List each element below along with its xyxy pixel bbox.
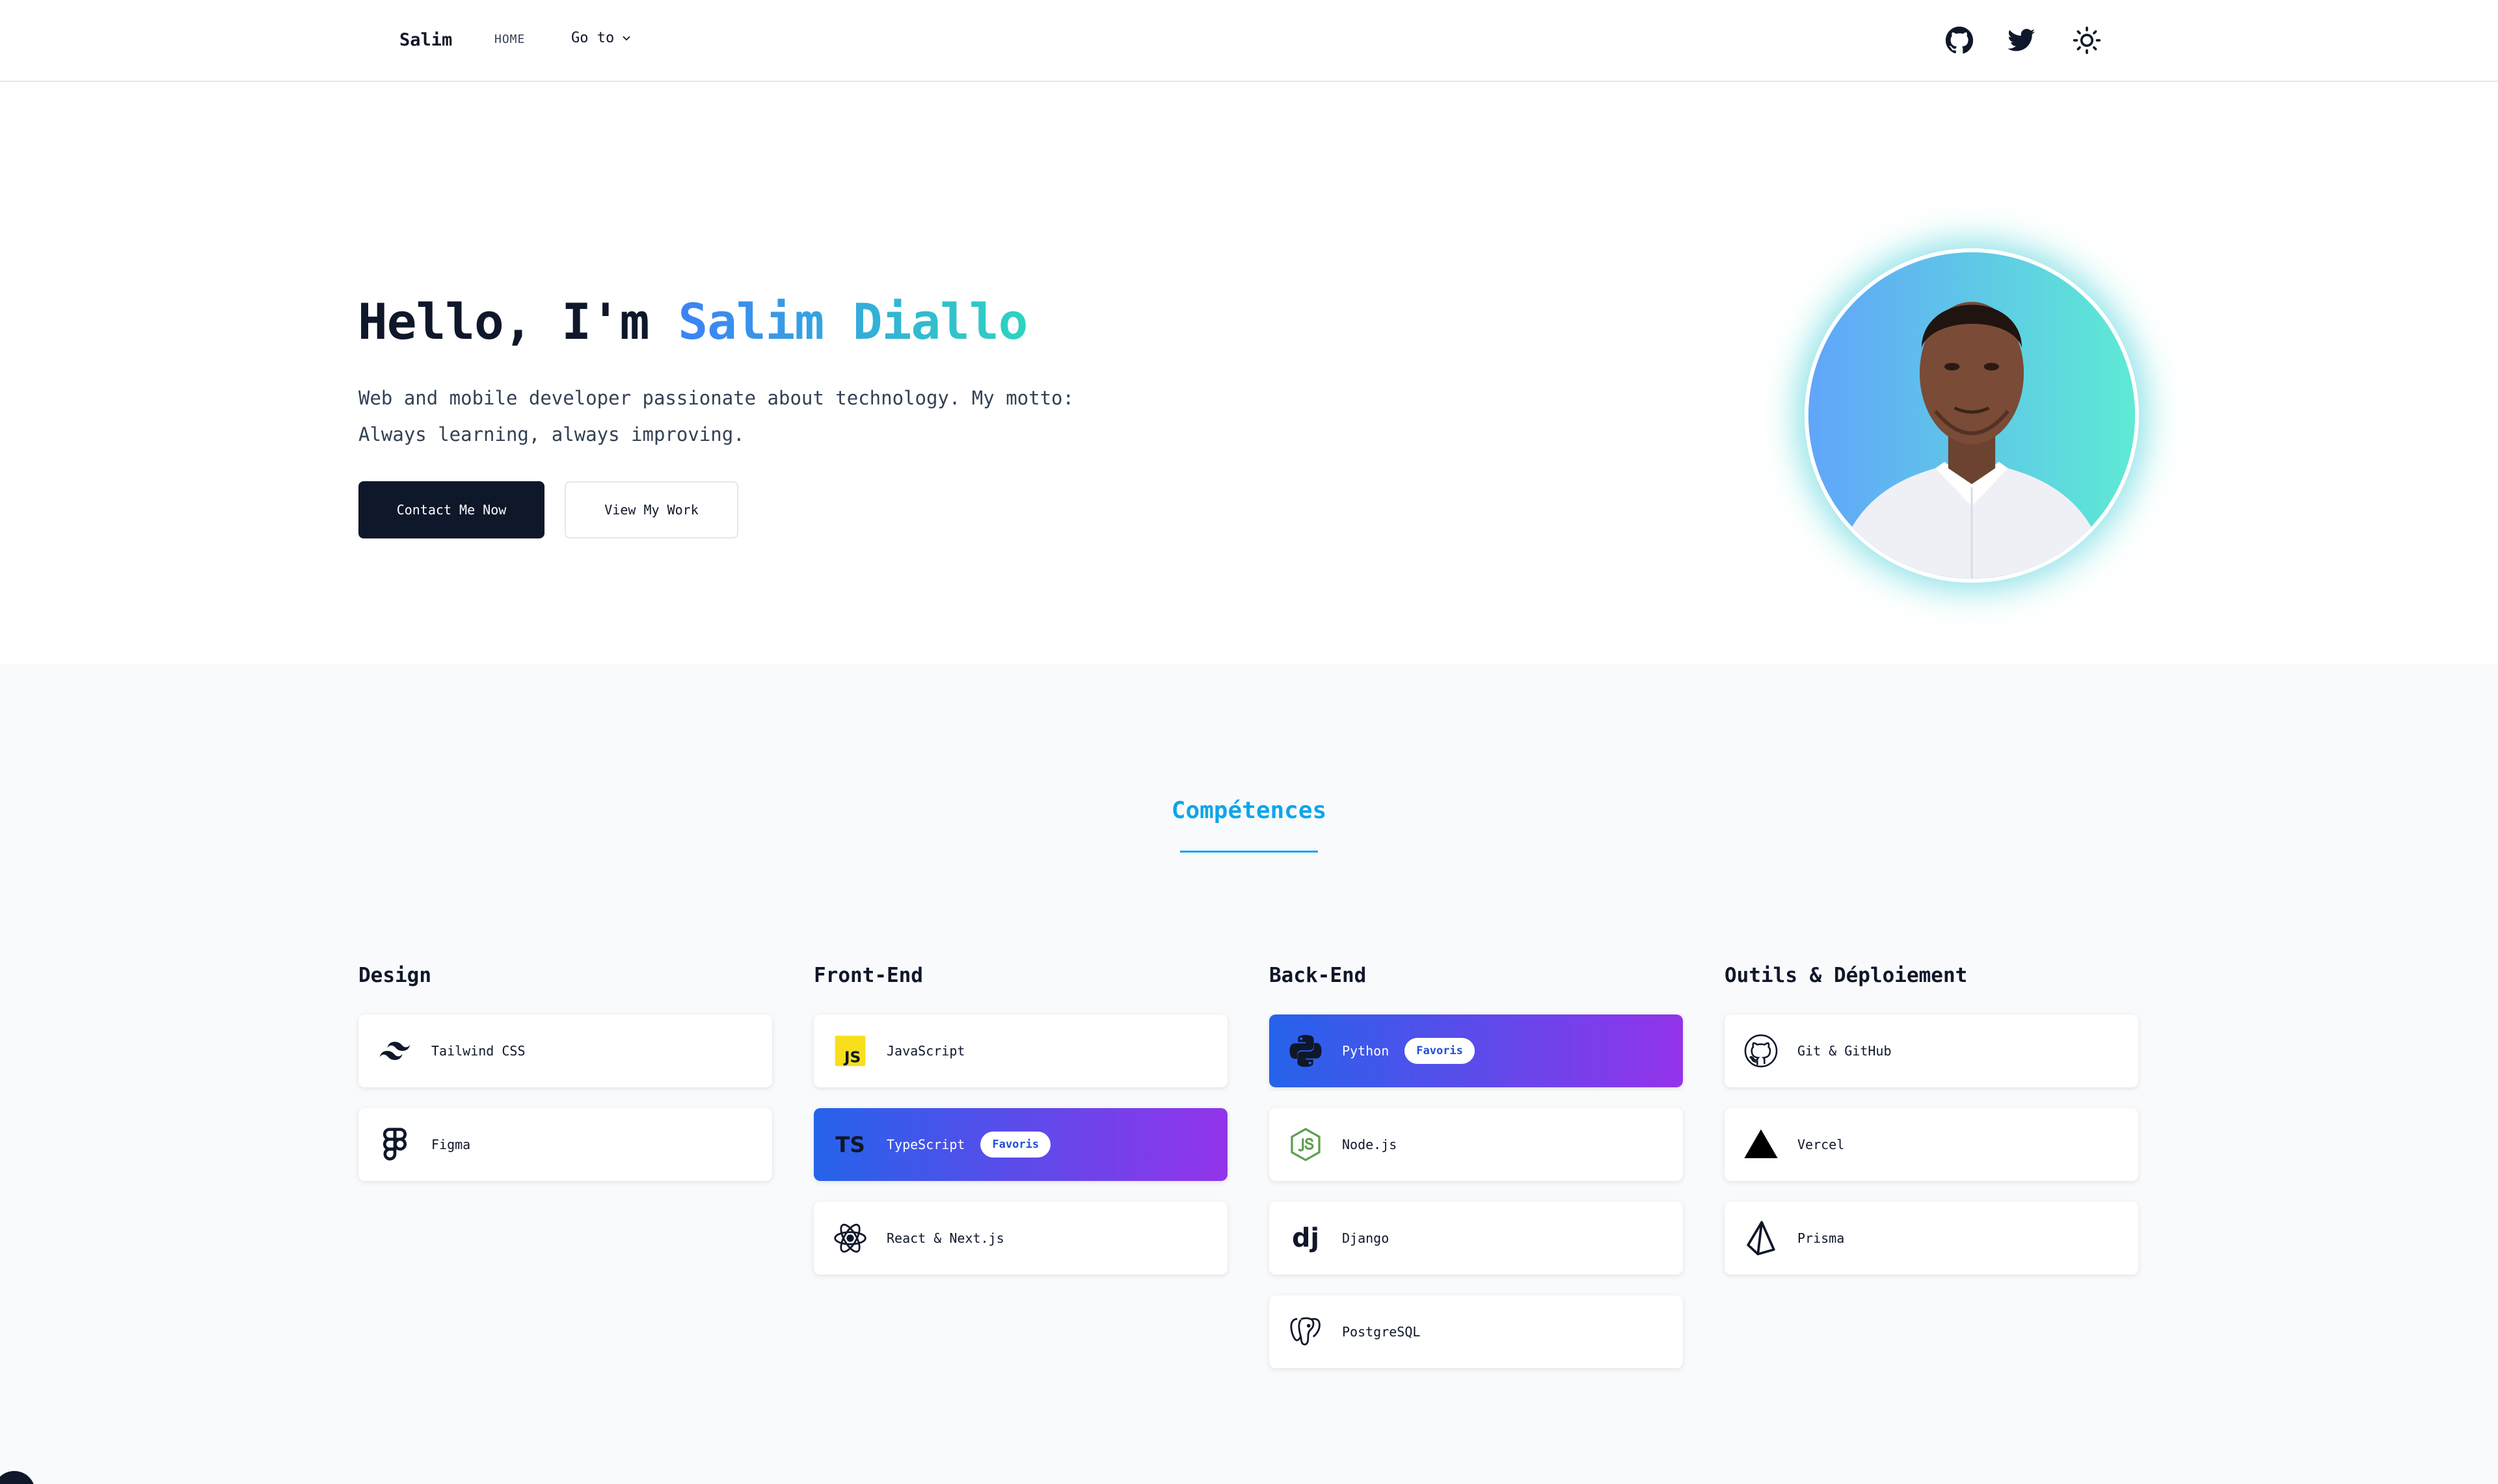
hero-greeting: Hello, I'm (358, 293, 678, 351)
skill-card-git: Git & GitHub (1725, 1014, 2138, 1087)
postgresql-icon (1287, 1314, 1324, 1350)
favorite-badge: Favoris (1404, 1038, 1475, 1064)
goto-label: Go to (571, 30, 615, 46)
typescript-icon: TS (832, 1126, 868, 1163)
skill-card-tailwind: Tailwind CSS (358, 1014, 772, 1087)
svg-text:TS: TS (835, 1133, 865, 1158)
github-icon[interactable] (1945, 26, 1974, 55)
skill-card-django: dj Django (1269, 1202, 1683, 1275)
skills-heading: Compétences (1171, 797, 1327, 824)
skill-card-figma: Figma (358, 1108, 772, 1181)
skill-card-python: Python Favoris (1269, 1014, 1683, 1087)
column-title-design: Design (358, 964, 431, 987)
skill-card-javascript: JS JavaScript (814, 1014, 1228, 1087)
nodejs-icon (1287, 1126, 1324, 1163)
hero-title: Hello, I'm Salim Diallo (358, 293, 1028, 351)
skill-label: TypeScript (887, 1137, 965, 1152)
skill-label: Node.js (1342, 1137, 1397, 1152)
goto-dropdown[interactable]: Go to (571, 30, 632, 46)
svg-text:dj: dj (1292, 1223, 1319, 1253)
figma-icon (377, 1126, 413, 1163)
brand-link[interactable]: Salim (399, 30, 452, 50)
navbar: Salim HOME Go to (0, 0, 2498, 82)
column-title-tools: Outils & Déploiement (1725, 964, 1968, 987)
skill-label: Tailwind CSS (431, 1043, 526, 1059)
skill-label: Vercel (1797, 1137, 1845, 1152)
javascript-icon: JS (832, 1033, 868, 1069)
chevron-down-icon (623, 36, 630, 40)
django-icon: dj (1287, 1220, 1324, 1256)
react-icon (832, 1220, 868, 1256)
skill-label: Figma (431, 1137, 471, 1152)
skill-card-postgresql: PostgreSQL (1269, 1295, 1683, 1368)
column-title-frontend: Front-End (814, 964, 923, 987)
twitter-icon[interactable] (2008, 26, 2036, 55)
skill-label: Prisma (1797, 1230, 1845, 1246)
column-title-backend: Back-End (1269, 964, 1367, 987)
skill-card-typescript: TS TypeScript Favoris (814, 1108, 1228, 1181)
hero-subtitle: Web and mobile developer passionate abou… (358, 387, 1074, 445)
skill-card-react: React & Next.js (814, 1202, 1228, 1275)
skill-card-prisma: Prisma (1725, 1202, 2138, 1275)
skill-label: Python (1342, 1043, 1390, 1059)
contact-button[interactable]: Contact Me Now (358, 481, 544, 538)
avatar (1805, 248, 2139, 583)
svg-text:JS: JS (843, 1048, 861, 1067)
view-work-button[interactable]: View My Work (565, 481, 738, 538)
favorite-badge: Favoris (980, 1132, 1051, 1158)
github-icon (1743, 1033, 1779, 1069)
skills-heading-underline (1180, 851, 1318, 853)
python-icon (1287, 1033, 1324, 1069)
skill-card-vercel: Vercel (1725, 1108, 2138, 1181)
skill-label: Git & GitHub (1797, 1043, 1892, 1059)
skill-label: JavaScript (887, 1043, 965, 1059)
hero-name: Salim Diallo (678, 293, 1028, 351)
tailwind-icon (377, 1033, 413, 1069)
skill-label: PostgreSQL (1342, 1324, 1421, 1340)
nav-home-link[interactable]: HOME (494, 33, 525, 46)
sun-icon[interactable] (2073, 26, 2101, 55)
skill-label: React & Next.js (887, 1230, 1004, 1246)
prisma-icon (1743, 1220, 1779, 1256)
vercel-icon (1743, 1126, 1779, 1163)
skill-card-nodejs: Node.js (1269, 1108, 1683, 1181)
skill-label: Django (1342, 1230, 1390, 1246)
